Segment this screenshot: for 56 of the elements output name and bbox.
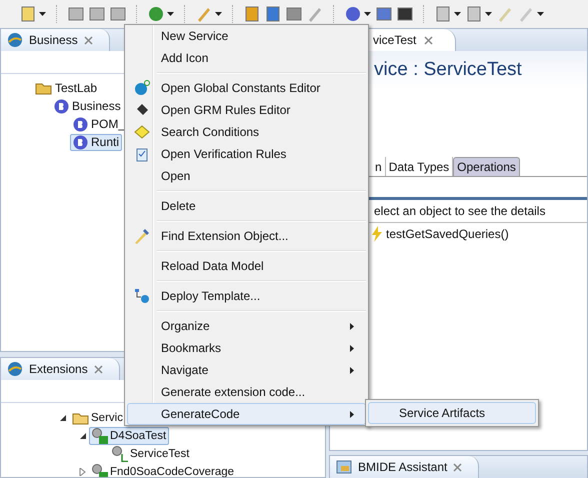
menu-item[interactable]: Generate extension code...: [127, 381, 366, 403]
menu-item[interactable]: Deploy Template...: [127, 285, 366, 307]
tree-item[interactable]: Runti: [70, 134, 122, 150]
expanded-triangle-icon[interactable]: [59, 414, 67, 422]
menu-item[interactable]: Reload Data Model: [127, 255, 366, 277]
collapsed-triangle-icon[interactable]: [79, 468, 87, 476]
menu-item[interactable]: Open: [127, 165, 366, 187]
tree-item[interactable]: D4SoaTest: [89, 427, 170, 445]
tree-item[interactable]: Servic: [69, 410, 126, 426]
menu-item[interactable]: Organize: [127, 315, 366, 337]
operation-item[interactable]: testGetSavedQueries(): [386, 227, 509, 241]
window-icon: [336, 460, 352, 474]
caret-icon[interactable]: [215, 12, 222, 16]
submenu-arrow-icon: [350, 367, 354, 374]
globe-icon: [7, 32, 23, 48]
view-tab[interactable]: Extensions: [1, 358, 120, 380]
document-icon[interactable]: [20, 6, 36, 22]
caret-icon[interactable]: [454, 12, 461, 16]
folder-icon: [72, 411, 89, 425]
tree-item[interactable]: Business: [51, 98, 124, 114]
caret-icon[interactable]: [485, 12, 492, 16]
menu-item[interactable]: Navigate: [127, 359, 366, 381]
close-icon[interactable]: [84, 36, 93, 44]
menu-item[interactable]: Search Conditions: [127, 121, 366, 143]
tree-item[interactable]: TestLab: [32, 80, 100, 96]
menu-item[interactable]: Open Verification Rules: [127, 143, 366, 165]
editor-heading: vice : ServiceTest: [374, 59, 522, 81]
panel-icon[interactable]: [286, 6, 302, 22]
menu-item[interactable]: Find Extension Object...: [127, 225, 366, 247]
close-icon[interactable]: [453, 462, 462, 472]
submenu-arrow-icon: [350, 345, 354, 352]
menu-item[interactable]: Open GRM Rules Editor: [127, 99, 366, 121]
section-tab[interactable]: Operations: [453, 157, 520, 176]
submenu-arrow-icon: [350, 411, 354, 418]
submenu-arrow-icon: [350, 323, 354, 330]
caret-icon[interactable]: [39, 12, 46, 16]
menu-item[interactable]: Service Artifacts: [368, 402, 536, 424]
view-tab[interactable]: BMIDE Assistant: [330, 456, 480, 478]
globe-icon: [134, 80, 150, 96]
menu-item[interactable]: GenerateCode: [127, 403, 366, 425]
close-icon[interactable]: [424, 36, 434, 44]
folder-icon: [35, 81, 52, 95]
tree-item[interactable]: POM_: [70, 116, 128, 132]
deploy-icon: [134, 288, 150, 304]
view-tab[interactable]: Business: [1, 29, 110, 51]
diamond-icon: [134, 125, 150, 139]
close-icon[interactable]: [94, 364, 103, 374]
caret-icon[interactable]: [364, 12, 371, 16]
menu-item[interactable]: Open Global Constants Editor: [127, 77, 366, 99]
expanded-triangle-icon[interactable]: [79, 432, 87, 440]
menu-item[interactable]: Bookmarks: [127, 337, 366, 359]
caret-icon[interactable]: [167, 12, 174, 16]
tree-item[interactable]: ServiceTest: [109, 445, 192, 463]
checklist-icon: [135, 146, 149, 162]
caret-icon[interactable]: [537, 12, 544, 16]
globe-icon: [7, 361, 23, 377]
